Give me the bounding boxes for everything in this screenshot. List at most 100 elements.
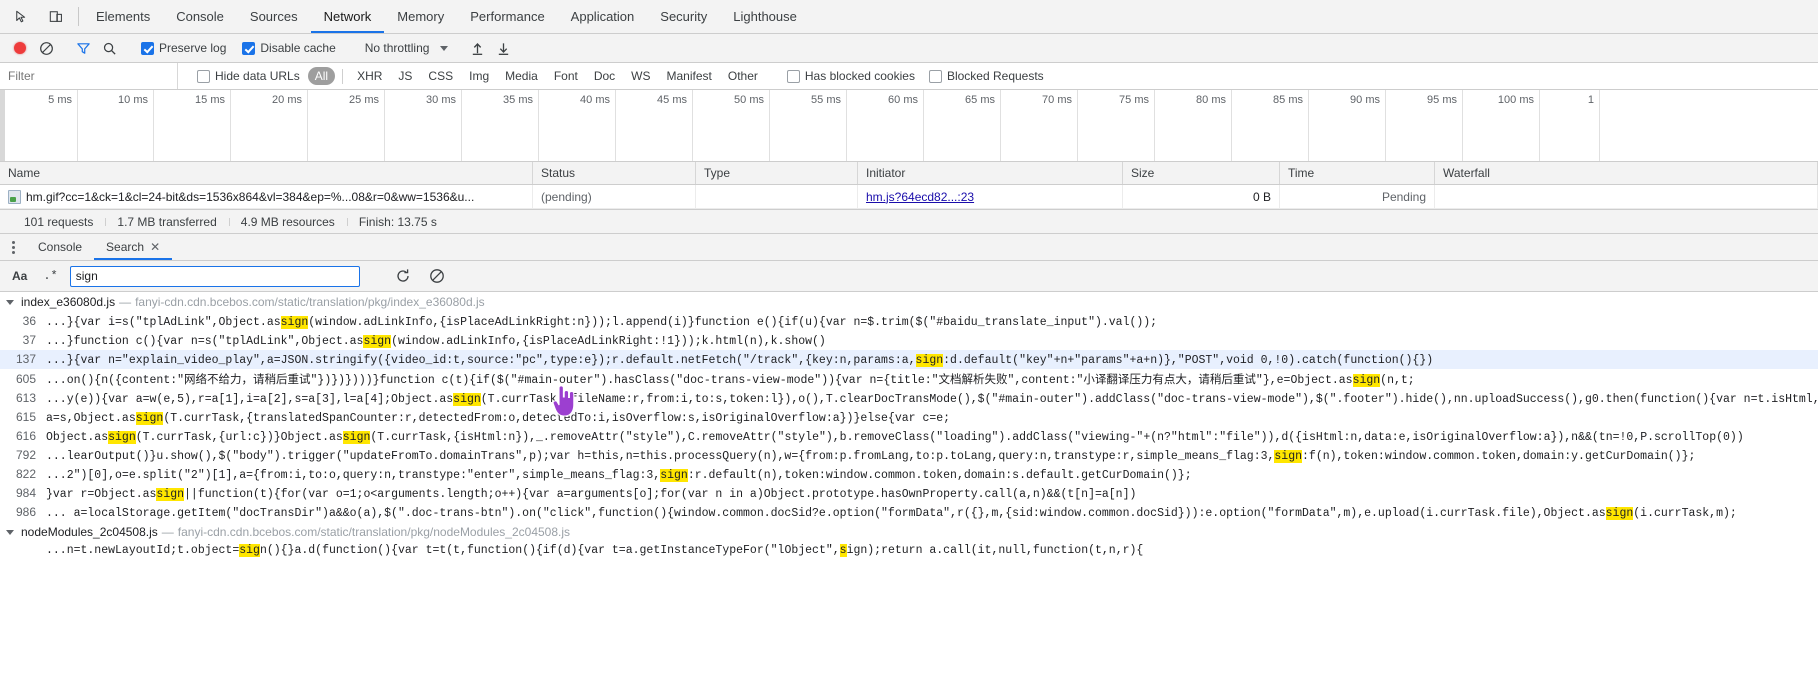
ruler-label: 25 ms <box>349 94 379 106</box>
cell-waterfall <box>1435 185 1818 208</box>
preserve-log-label: Preserve log <box>159 41 227 55</box>
ruler-label: 30 ms <box>426 94 456 106</box>
chevron-down-icon[interactable] <box>6 299 14 305</box>
tab-lighthouse[interactable]: Lighthouse <box>720 0 810 33</box>
type-filter-manifest[interactable]: Manifest <box>660 67 719 85</box>
ruler-label: 65 ms <box>965 94 995 106</box>
table-row[interactable]: hm.gif?cc=1&ck=1&cl=24-bit&ds=1536x864&v… <box>0 185 1818 209</box>
tab-memory[interactable]: Memory <box>384 0 457 33</box>
search-result-row[interactable]: 37 ...}function c(){var n=s("tplAdLink",… <box>0 331 1818 350</box>
type-filter-img[interactable]: Img <box>462 67 496 85</box>
search-results[interactable]: index_e36080d.js — fanyi-cdn.cdn.bcebos.… <box>0 292 1818 695</box>
search-result-row[interactable]: 986 ... a=localStorage.getItem("docTrans… <box>0 503 1818 522</box>
search-input[interactable] <box>69 265 360 287</box>
regex-toggle[interactable]: .* <box>39 266 61 287</box>
search-result-row[interactable]: 605 ...on(){n({content:"网络不给力，请稍后重试"})})… <box>0 369 1818 389</box>
inspect-element-icon[interactable] <box>10 5 34 29</box>
clear-icon[interactable] <box>34 36 58 60</box>
preserve-log-checkbox[interactable]: Preserve log <box>134 41 233 55</box>
import-har-icon[interactable] <box>465 36 489 60</box>
blocked-requests-label: Blocked Requests <box>946 69 1044 83</box>
ruler-tick: 65 ms <box>924 90 1001 161</box>
type-filter-all[interactable]: All <box>307 67 336 85</box>
drawer-tab-console[interactable]: Console <box>26 234 94 260</box>
ruler-label: 95 ms <box>1427 94 1457 106</box>
search-result-row[interactable]: 792 ...learOutput()}u.show(),$("body").t… <box>0 446 1818 465</box>
type-filter-other[interactable]: Other <box>721 67 765 85</box>
column-header-type[interactable]: Type <box>696 162 858 184</box>
drawer-tabbar: Console Search ✕ <box>0 234 1818 261</box>
export-har-icon[interactable] <box>491 36 515 60</box>
refresh-icon[interactable] <box>390 265 416 287</box>
network-overview-timeline[interactable]: 5 ms 10 ms 15 ms 20 ms 25 ms 30 ms 35 ms… <box>0 90 1818 162</box>
type-filter-media[interactable]: Media <box>498 67 545 85</box>
drawer-tab-label: Search <box>106 240 145 254</box>
ruler-tick: 85 ms <box>1232 90 1309 161</box>
search-result-row[interactable]: 822 ...2")[0],o=e.split("2")[1],a={from:… <box>0 465 1818 484</box>
tab-sources[interactable]: Sources <box>237 0 311 33</box>
blocked-requests-checkbox[interactable]: Blocked Requests <box>922 69 1051 83</box>
checkbox-box <box>786 69 800 83</box>
column-header-name[interactable]: Name <box>0 162 533 184</box>
type-filter-css[interactable]: CSS <box>421 67 460 85</box>
disable-cache-checkbox[interactable]: Disable cache <box>235 41 342 55</box>
search-icon[interactable] <box>97 36 121 60</box>
record-button-icon[interactable] <box>8 36 32 60</box>
cell-type <box>696 185 858 208</box>
search-result-row[interactable]: 616 Object.assign(T.currTask,{url:c})}Ob… <box>0 427 1818 446</box>
initiator-link[interactable]: hm.js?64ecd82...:23 <box>866 190 974 204</box>
search-result-file-header[interactable]: nodeModules_2c04508.js — fanyi-cdn.cdn.b… <box>0 522 1818 542</box>
divider <box>78 7 79 26</box>
type-filter-js[interactable]: JS <box>391 67 419 85</box>
column-header-initiator[interactable]: Initiator <box>858 162 1123 184</box>
drawer-tab-search[interactable]: Search ✕ <box>94 234 173 260</box>
type-filter-doc[interactable]: Doc <box>587 67 622 85</box>
clear-search-icon[interactable] <box>424 265 450 287</box>
tab-security[interactable]: Security <box>647 0 720 33</box>
search-result-row[interactable]: 984 }var r=Object.assign||function(t){fo… <box>0 484 1818 503</box>
has-blocked-cookies-checkbox[interactable]: Has blocked cookies <box>780 69 922 83</box>
ruler-tick: 5 ms <box>0 90 78 161</box>
column-header-time[interactable]: Time <box>1280 162 1435 184</box>
search-result-row-selected[interactable]: 137 ...}{var n="explain_video_play",a=JS… <box>0 350 1818 369</box>
filter-input[interactable] <box>0 63 178 89</box>
ruler-label: 5 ms <box>48 94 72 106</box>
summary-requests: 101 requests <box>24 214 94 229</box>
tab-network[interactable]: Network <box>310 0 385 33</box>
ruler-tick: 45 ms <box>616 90 693 161</box>
search-result-row[interactable]: 36 ...}{var i=s("tplAdLink",Object.assig… <box>0 312 1818 331</box>
ruler-tick: 95 ms <box>1386 90 1463 161</box>
devtools-window: Elements Console Sources Network Memory … <box>0 0 1818 695</box>
cell-initiator: hm.js?64ecd82...:23 <box>858 185 1123 208</box>
search-result-row[interactable]: 613 ...y(e)){var a=w(e,5),r=a[1],i=a[2],… <box>0 389 1818 408</box>
hide-data-urls-checkbox[interactable]: Hide data URLs <box>190 69 307 83</box>
result-line-number: 822 <box>15 467 36 481</box>
search-result-row[interactable]: 615 a=s,Object.assign(T.currTask,{transl… <box>0 408 1818 427</box>
tab-performance[interactable]: Performance <box>457 0 557 33</box>
match-highlight: sig <box>239 544 260 557</box>
type-filter-ws[interactable]: WS <box>624 67 657 85</box>
match-case-toggle[interactable]: Aa <box>8 266 31 287</box>
ruler-tick: 70 ms <box>1001 90 1078 161</box>
result-code: ...n=t.newLayoutId;t.object=sign(){}a.d(… <box>46 544 1144 557</box>
result-file-dash: — <box>161 525 174 539</box>
device-toolbar-icon[interactable] <box>44 5 68 29</box>
tab-console[interactable]: Console <box>163 0 237 33</box>
tab-label: Performance <box>470 9 545 24</box>
chevron-down-icon[interactable] <box>6 529 14 535</box>
ruler-label: 50 ms <box>734 94 764 106</box>
tab-application[interactable]: Application <box>558 0 648 33</box>
more-options-icon[interactable] <box>0 234 26 260</box>
type-filter-xhr[interactable]: XHR <box>350 67 389 85</box>
column-header-waterfall[interactable]: Waterfall <box>1435 162 1818 184</box>
search-result-file-header[interactable]: index_e36080d.js — fanyi-cdn.cdn.bcebos.… <box>0 292 1818 312</box>
tab-elements[interactable]: Elements <box>83 0 163 33</box>
close-icon[interactable]: ✕ <box>150 240 160 254</box>
search-result-row[interactable]: ...n=t.newLayoutId;t.object=sign(){}a.d(… <box>0 542 1818 559</box>
column-header-status[interactable]: Status <box>533 162 696 184</box>
has-blocked-cookies-label: Has blocked cookies <box>804 69 915 83</box>
filter-icon[interactable] <box>71 36 95 60</box>
throttling-dropdown[interactable]: No throttling <box>356 41 453 55</box>
column-header-size[interactable]: Size <box>1123 162 1280 184</box>
type-filter-font[interactable]: Font <box>547 67 585 85</box>
